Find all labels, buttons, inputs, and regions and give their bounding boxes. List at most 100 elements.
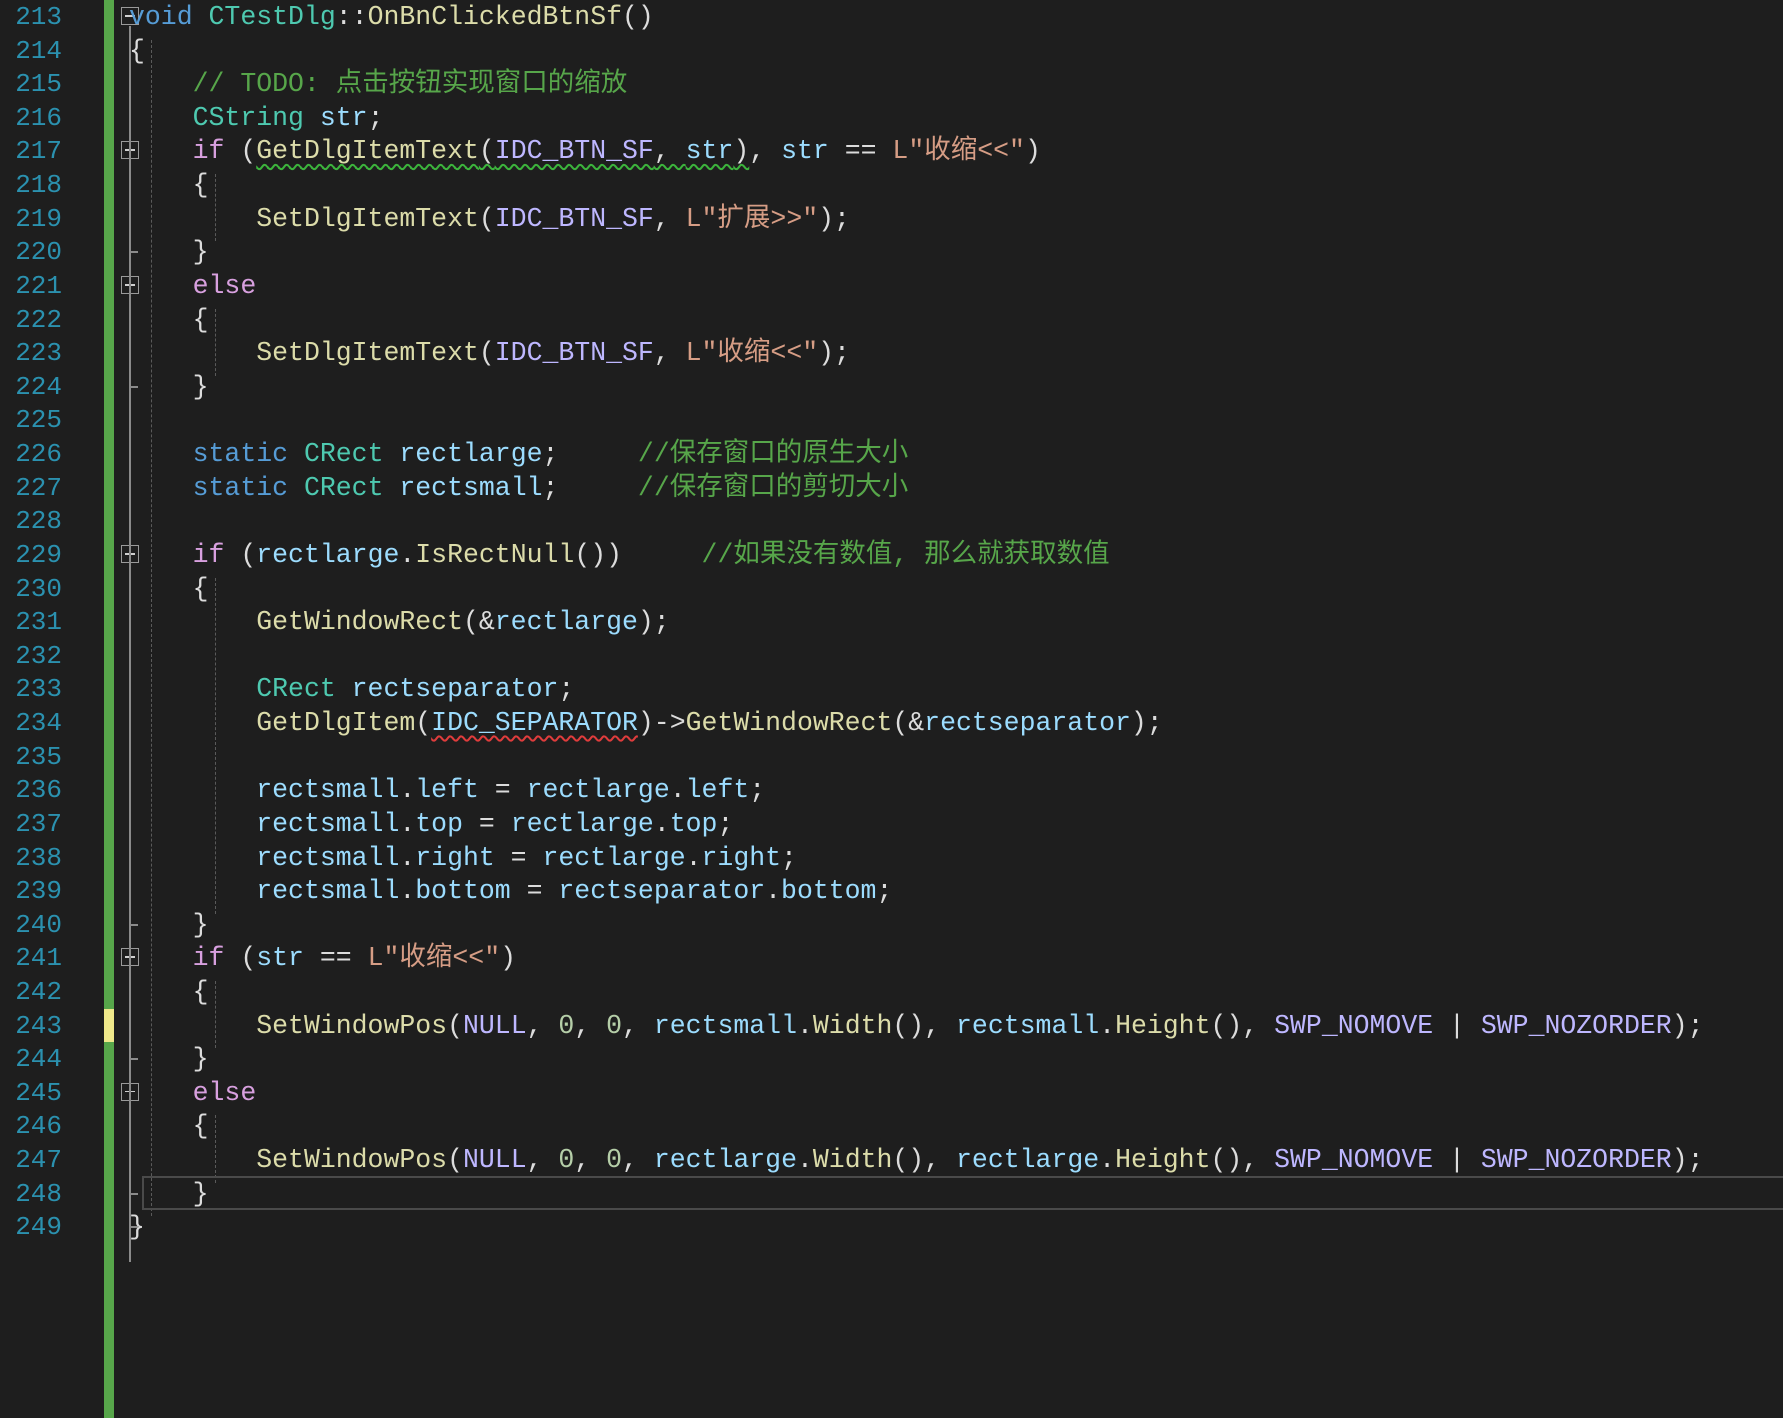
code-token: GetDlgItem [256, 708, 416, 739]
code-line[interactable]: 231 GetWindowRect(&rectlarge); [0, 603, 1783, 641]
code-text[interactable]: rectsmall.bottom = rectseparator.bottom; [129, 872, 892, 910]
code-token: . [399, 808, 416, 839]
code-line[interactable]: 216 CString str; [0, 99, 1783, 137]
code-text[interactable]: // TODO: 点击按钮实现窗口的缩放 [129, 65, 628, 103]
code-line[interactable]: 241 if (str == L"收缩<<") [0, 939, 1783, 977]
code-token: . [399, 876, 416, 907]
code-line[interactable]: 222 { [0, 301, 1783, 339]
code-line[interactable]: 234 GetDlgItem(IDC_SEPARATOR)->GetWindow… [0, 704, 1783, 742]
code-line[interactable]: 233 CRect rectseparator; [0, 670, 1783, 708]
line-number: 224 [15, 371, 62, 402]
code-text[interactable]: } [129, 1208, 145, 1246]
code-line[interactable]: 244 } [0, 1040, 1783, 1078]
code-line[interactable]: 219 SetDlgItemText(IDC_BTN_SF, L"扩展>>"); [0, 200, 1783, 238]
line-number: 229 [15, 539, 62, 570]
code-text[interactable]: { [129, 1107, 209, 1145]
code-line[interactable]: 214 { [0, 32, 1783, 70]
code-line[interactable]: 229 if (rectlarge.IsRectNull()) //如果没有数值… [0, 536, 1783, 574]
code-line[interactable]: 227 static CRect rectsmall; //保存窗口的剪切大小 [0, 469, 1783, 507]
code-text[interactable]: void CTestDlg::OnBnClickedBtnSf() [129, 0, 654, 36]
code-text[interactable]: } [129, 368, 209, 406]
code-line[interactable]: 247 SetWindowPos(NULL, 0, 0, rectlarge.W… [0, 1141, 1783, 1179]
code-line[interactable]: 221 else [0, 267, 1783, 305]
code-line[interactable]: 238 rectsmall.right = rectlarge.right; [0, 839, 1783, 877]
line-number: 238 [15, 842, 62, 873]
code-line[interactable]: 225 [0, 401, 1783, 439]
code-token: ; [367, 102, 384, 133]
code-token: NULL [462, 1010, 527, 1041]
code-text[interactable]: GetDlgItem(IDC_SEPARATOR)->GetWindowRect… [129, 704, 1163, 742]
code-line[interactable]: 242 { [0, 973, 1783, 1011]
code-text[interactable]: SetDlgItemText(IDC_BTN_SF, L"扩展>>"); [129, 200, 850, 238]
code-editor[interactable]: 213 void CTestDlg::OnBnClickedBtnSf() 214{… [0, 0, 1783, 1418]
code-line[interactable]: 230 { [0, 570, 1783, 608]
code-line[interactable]: 226 static CRect rectlarge; //保存窗口的原生大小 [0, 435, 1783, 473]
code-text[interactable]: else [129, 1074, 257, 1112]
code-line[interactable]: 245 else [0, 1074, 1783, 1112]
code-token: CRect [303, 472, 384, 503]
code-text[interactable]: GetWindowRect(&rectlarge); [129, 603, 669, 641]
code-text[interactable]: SetWindowPos(NULL, 0, 0, rectlarge.Width… [129, 1141, 1703, 1179]
code-text[interactable]: { [129, 166, 209, 204]
code-token: , [653, 203, 686, 234]
code-token: ) [733, 136, 750, 167]
code-text[interactable]: SetWindowPos(NULL, 0, 0, rectsmall.Width… [129, 1007, 1703, 1045]
code-text[interactable]: else [129, 267, 257, 305]
code-token: , [574, 1145, 607, 1176]
code-text[interactable]: SetDlgItemText(IDC_BTN_SF, L"收缩<<"); [129, 334, 850, 372]
code-line[interactable]: 236 rectsmall.left = rectlarge.left; [0, 771, 1783, 809]
code-text[interactable]: static CRect rectlarge; //保存窗口的原生大小 [129, 435, 909, 473]
code-text[interactable]: if (str == L"收缩<<") [129, 939, 516, 977]
code-token: ) [1024, 136, 1041, 167]
code-text[interactable]: static CRect rectsmall; //保存窗口的剪切大小 [129, 469, 909, 507]
line-number: 228 [15, 506, 62, 537]
code-line[interactable]: 220 } [0, 233, 1783, 271]
code-line[interactable]: 246 { [0, 1107, 1783, 1145]
code-text[interactable]: if (rectlarge.IsRectNull()) //如果没有数值, 那么… [129, 536, 1110, 574]
code-line[interactable]: 235 [0, 738, 1783, 776]
code-text[interactable]: CString str; [129, 99, 384, 137]
code-line[interactable]: 232 [0, 637, 1783, 675]
code-line[interactable]: 239 rectsmall.bottom = rectseparator.bot… [0, 872, 1783, 910]
code-token: Width [812, 1145, 893, 1176]
code-token: SWP_NOMOVE [1274, 1145, 1434, 1176]
code-text[interactable]: { [129, 973, 209, 1011]
code-token: , [622, 1010, 654, 1041]
code-line[interactable]: 215 // TODO: 点击按钮实现窗口的缩放 [0, 65, 1783, 103]
code-text[interactable]: { [129, 570, 209, 608]
code-token: = [462, 808, 511, 839]
code-token: { [129, 35, 145, 66]
code-text[interactable]: if (GetDlgItemText(IDC_BTN_SF, str), str… [129, 132, 1041, 170]
code-line[interactable]: 224 } [0, 368, 1783, 406]
code-line[interactable]: 228 [0, 502, 1783, 540]
code-token: void [129, 2, 193, 32]
code-line[interactable]: 223 SetDlgItemText(IDC_BTN_SF, L"收缩<<"); [0, 334, 1783, 372]
code-text[interactable]: rectsmall.right = rectlarge.right; [129, 839, 797, 877]
code-line[interactable]: 237 rectsmall.top = rectlarge.top; [0, 805, 1783, 843]
code-text[interactable]: { [129, 32, 145, 70]
code-token: ); [1130, 708, 1163, 739]
code-token: . [1099, 1145, 1116, 1176]
code-line[interactable]: 218 { [0, 166, 1783, 204]
code-token: . [1099, 1010, 1116, 1041]
code-text[interactable]: { [129, 301, 209, 339]
code-text[interactable]: } [129, 906, 209, 944]
code-text[interactable]: rectsmall.top = rectlarge.top; [129, 805, 733, 843]
code-line[interactable]: 217 if (GetDlgItemText(IDC_BTN_SF, str),… [0, 132, 1783, 170]
code-text[interactable]: } [129, 233, 209, 271]
code-token: rectlarge [494, 607, 638, 638]
code-text[interactable]: CRect rectseparator; [129, 670, 574, 708]
line-number: 231 [15, 607, 62, 638]
code-line[interactable]: 249} [0, 1208, 1783, 1246]
code-line[interactable]: 243 SetWindowPos(NULL, 0, 0, rectsmall.W… [0, 1007, 1783, 1045]
code-line[interactable]: 240 } [0, 906, 1783, 944]
code-text[interactable]: rectsmall.left = rectlarge.left; [129, 771, 765, 809]
code-text[interactable]: } [129, 1040, 209, 1078]
code-token: rectlarge [956, 1145, 1100, 1176]
